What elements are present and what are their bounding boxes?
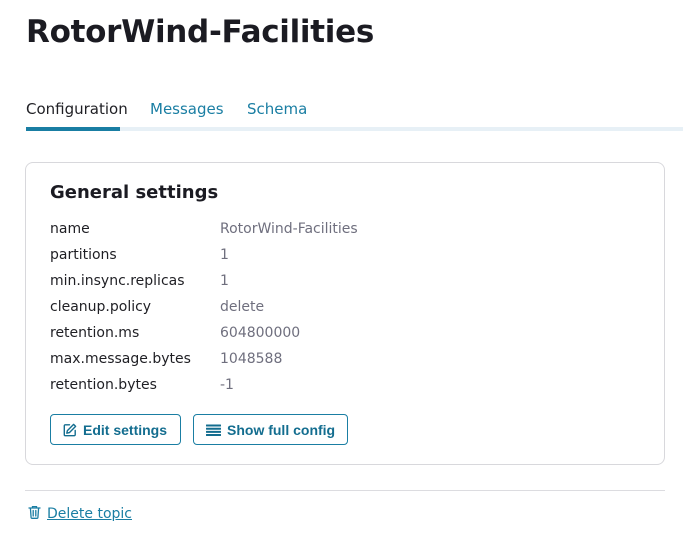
setting-value: 604800000 xyxy=(220,325,301,341)
trash-icon xyxy=(28,505,41,523)
setting-key: max.message.bytes xyxy=(50,351,191,367)
tab-configuration[interactable]: Configuration xyxy=(26,100,128,118)
edit-icon xyxy=(63,423,77,437)
setting-row-retention-ms: retention.ms 604800000 xyxy=(50,323,610,349)
setting-key: partitions xyxy=(50,247,117,263)
delete-topic-link[interactable]: Delete topic xyxy=(28,505,132,523)
edit-settings-button[interactable]: Edit settings xyxy=(50,414,181,445)
setting-key: min.insync.replicas xyxy=(50,273,185,289)
setting-key: retention.ms xyxy=(50,325,140,341)
setting-value: delete xyxy=(220,299,265,315)
delete-topic-label: Delete topic xyxy=(47,506,132,522)
setting-value: -1 xyxy=(220,377,234,393)
setting-row-min-insync-replicas: min.insync.replicas 1 xyxy=(50,271,610,297)
setting-value: 1048588 xyxy=(220,351,283,367)
section-divider xyxy=(25,490,665,491)
setting-value: 1 xyxy=(220,247,229,263)
tab-bar-track xyxy=(26,127,683,131)
setting-row-max-message-bytes: max.message.bytes 1048588 xyxy=(50,349,610,375)
page-title: RotorWind-Facilities xyxy=(26,14,374,50)
active-tab-indicator xyxy=(26,127,120,131)
setting-value: RotorWind-Facilities xyxy=(220,221,358,237)
setting-key: cleanup.policy xyxy=(50,299,152,315)
setting-row-partitions: partitions 1 xyxy=(50,245,610,271)
tab-bar: Configuration Messages Schema xyxy=(26,98,683,131)
tab-messages[interactable]: Messages xyxy=(150,100,224,118)
setting-key: name xyxy=(50,221,90,237)
setting-row-retention-bytes: retention.bytes -1 xyxy=(50,375,610,401)
settings-list: name RotorWind-Facilities partitions 1 m… xyxy=(50,219,610,401)
setting-value: 1 xyxy=(220,273,229,289)
setting-row-cleanup-policy: cleanup.policy delete xyxy=(50,297,610,323)
setting-key: retention.bytes xyxy=(50,377,157,393)
tab-schema[interactable]: Schema xyxy=(247,100,307,118)
list-icon xyxy=(206,424,221,436)
show-full-config-label: Show full config xyxy=(227,421,336,438)
general-settings-card: General settings name RotorWind-Faciliti… xyxy=(25,162,665,465)
general-settings-title: General settings xyxy=(50,182,219,203)
setting-row-name: name RotorWind-Facilities xyxy=(50,219,610,245)
show-full-config-button[interactable]: Show full config xyxy=(193,414,348,445)
edit-settings-label: Edit settings xyxy=(83,421,168,438)
